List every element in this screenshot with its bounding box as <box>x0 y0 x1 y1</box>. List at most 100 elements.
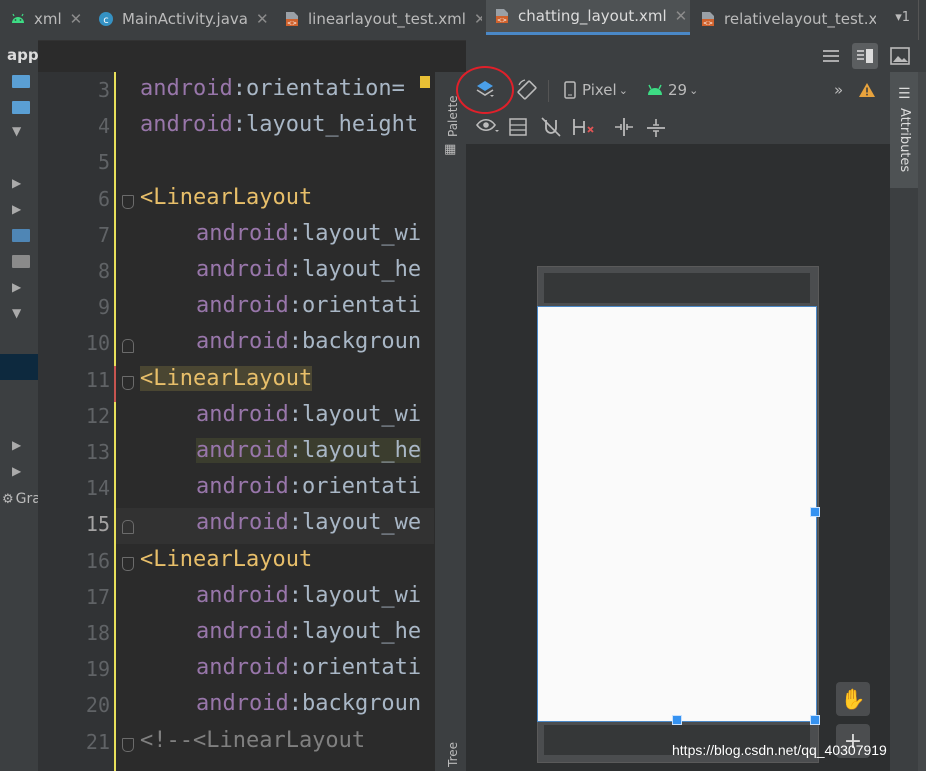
fold-icon[interactable] <box>122 194 134 209</box>
vertical-margin-button[interactable] <box>646 117 666 139</box>
line-number: 20 <box>85 693 110 718</box>
code-line[interactable]: android:orientati <box>196 474 421 499</box>
attribute-namespace: android <box>196 438 289 463</box>
code-line[interactable]: android:orientation= <box>140 76 405 101</box>
api-level-dropdown[interactable]: 29 ⌄ <box>646 81 698 99</box>
design-view-button[interactable] <box>890 47 910 65</box>
attribute-name: :orientati <box>288 474 422 500</box>
autoconnect-button[interactable] <box>540 116 562 138</box>
project-row[interactable] <box>0 94 38 120</box>
project-row[interactable] <box>0 222 38 248</box>
close-icon[interactable]: ✕ <box>675 7 688 25</box>
fold-end-icon[interactable] <box>122 520 134 535</box>
palette-tab[interactable]: Palette <box>446 95 460 137</box>
project-row[interactable]: ▶ <box>0 274 38 300</box>
magnet-off-icon <box>541 117 561 137</box>
view-options-button[interactable] <box>476 118 500 134</box>
layout-preview-screen[interactable] <box>537 306 820 725</box>
code-line[interactable]: android:layout_we <box>196 510 421 535</box>
fold-icon[interactable] <box>122 737 134 752</box>
fold-end-icon[interactable] <box>122 339 134 354</box>
code-editor[interactable]: android:orientation= android:layout_heigh… <box>116 72 434 771</box>
project-row[interactable]: ▼ <box>0 300 38 326</box>
blueprint-toggle[interactable] <box>509 118 527 136</box>
attribute-name: :layout_height <box>232 112 419 138</box>
chevron-down-icon: ⌄ <box>689 83 699 97</box>
attribute-name: :layout_wi <box>288 220 422 246</box>
collapsed-arrow-icon[interactable]: ▶ <box>12 176 21 190</box>
toolbar-overflow-button[interactable]: » <box>834 81 843 99</box>
resize-handle-corner[interactable] <box>810 715 820 725</box>
status-bar-shadow <box>544 273 810 303</box>
project-row[interactable]: ▶ <box>0 432 38 458</box>
fold-icon[interactable] <box>122 556 134 571</box>
code-line[interactable]: android:backgroun <box>196 691 421 716</box>
orientation-button[interactable] <box>516 78 540 102</box>
code-line[interactable]: <LinearLayout <box>140 547 312 572</box>
tab-chatting-layout[interactable]: <> chatting_layout.xml ✕ <box>486 0 690 35</box>
project-row[interactable]: ▶ <box>0 170 38 196</box>
tab-mainactivity[interactable]: c MainActivity.java ✕ <box>98 0 270 38</box>
code-line[interactable]: android:layout_height <box>140 112 418 137</box>
pan-button[interactable]: ✋ <box>836 682 870 716</box>
resize-handle-right[interactable] <box>810 507 820 517</box>
svg-text:<>: <> <box>497 17 507 24</box>
warning-button[interactable] <box>858 82 876 98</box>
attribute-name: :orientati <box>288 293 422 319</box>
project-row[interactable]: ▼ <box>0 118 38 144</box>
code-line[interactable]: android:orientati <box>196 293 421 318</box>
project-row-gradle[interactable]: ⚙ Gra <box>0 486 41 512</box>
attribute-namespace: android <box>196 329 289 355</box>
attribute-namespace: android <box>196 582 289 608</box>
code-line[interactable]: android:layout_he <box>196 438 422 463</box>
horizontal-margin-button[interactable] <box>613 117 635 137</box>
close-icon[interactable]: ✕ <box>70 10 83 28</box>
folder-icon <box>12 74 30 88</box>
resize-handle-bottom[interactable] <box>672 715 682 725</box>
xml-file-icon: <> <box>496 9 508 24</box>
split-view-button[interactable] <box>852 43 878 69</box>
project-row[interactable]: ▶ <box>0 458 38 484</box>
fold-icon[interactable] <box>122 375 134 390</box>
palette-tool-strip: Palette ▦ Tree <box>434 72 467 771</box>
clear-constraints-button[interactable] <box>572 117 596 137</box>
device-dropdown[interactable]: Pixel ⌄ <box>564 81 628 99</box>
code-line[interactable]: android:layout_wi <box>196 402 421 427</box>
code-line[interactable]: android:layout_wi <box>196 221 421 246</box>
svg-text:<>: <> <box>703 20 713 27</box>
tabs-overflow-dropdown[interactable]: ▾1 <box>895 10 910 25</box>
collapsed-arrow-icon[interactable]: ▶ <box>12 280 21 294</box>
collapsed-arrow-icon[interactable]: ▶ <box>12 438 21 452</box>
code-line[interactable]: <!--<LinearLayout <box>140 728 365 753</box>
collapsed-arrow-icon[interactable]: ▶ <box>12 202 21 216</box>
project-row[interactable] <box>0 248 38 274</box>
toolbar-separator <box>548 80 549 102</box>
tab-xml[interactable]: xml ✕ <box>10 0 84 38</box>
code-line[interactable]: android:backgroun <box>196 329 421 354</box>
code-line[interactable]: android:layout_he <box>196 619 421 644</box>
close-icon[interactable]: ✕ <box>474 10 482 28</box>
code-line[interactable]: android:layout_wi <box>196 583 421 608</box>
project-row[interactable] <box>0 68 38 94</box>
tab-relativelayout-test[interactable]: <> relativelayout_test.x <box>700 0 876 38</box>
code-line[interactable]: <LinearLayout <box>140 365 313 391</box>
code-view-button[interactable] <box>822 48 840 64</box>
attributes-tab[interactable]: Attributes <box>897 108 912 172</box>
line-number: 18 <box>85 621 110 645</box>
code-line[interactable]: <LinearLayout <box>140 185 312 210</box>
expand-arrow-icon[interactable]: ▼ <box>12 306 21 320</box>
project-row[interactable]: ▶ <box>0 196 38 222</box>
resource-folder-icon <box>12 228 30 242</box>
rotate-icon <box>517 79 537 100</box>
expand-arrow-icon[interactable]: ▼ <box>12 124 21 138</box>
code-line[interactable]: android:layout_he <box>196 257 421 282</box>
attribute-name: :backgroun <box>288 691 422 717</box>
code-line[interactable]: android:orientati <box>196 655 421 680</box>
tab-linearlayout-test[interactable]: <> linearlayout_test.xml ✕ <box>284 0 482 38</box>
collapsed-arrow-icon[interactable]: ▶ <box>12 464 21 478</box>
tab-label: relativelayout_test.x <box>724 10 876 28</box>
close-icon[interactable]: ✕ <box>256 10 269 28</box>
attribute-name: :layout_wi <box>288 582 422 608</box>
component-tree-tab[interactable]: Tree <box>446 742 460 767</box>
project-row-selected[interactable] <box>0 354 38 380</box>
